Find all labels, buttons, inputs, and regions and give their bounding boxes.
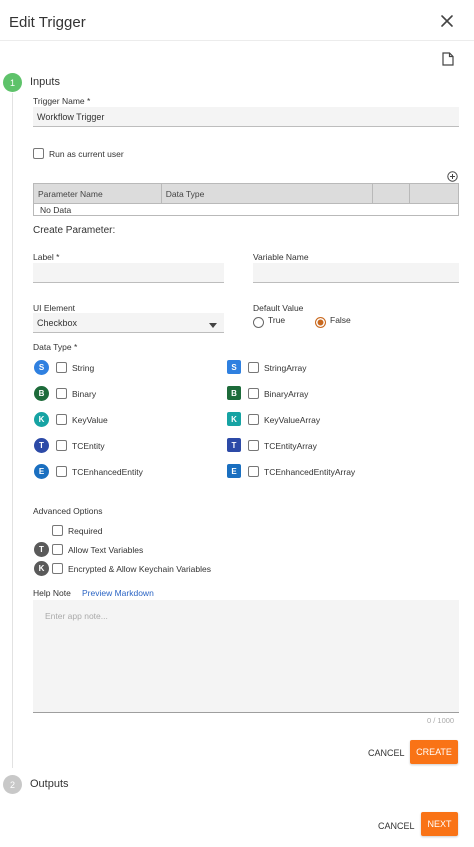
help-note-textarea[interactable]: Enter app note... [33,600,459,713]
label-input[interactable] [33,263,224,283]
required-checkbox[interactable] [52,525,63,536]
stringarray-label: StringArray [264,363,307,373]
no-data-cell: No Data [33,203,459,216]
tcentity-label: TCEntity [72,441,105,451]
column-header-parameter-name[interactable]: Parameter Name [33,183,162,204]
step-inputs-number[interactable]: 1 [3,73,22,92]
cancel-create-button[interactable]: CANCEL [368,748,405,758]
column-header-data-type[interactable]: Data Type [160,183,374,204]
help-note-placeholder: Enter app note... [45,611,108,621]
keyvalue-label: KeyValue [72,415,108,425]
tcentityarray-type-icon: T [227,438,241,452]
step-connector [12,93,13,768]
column-header-actions-1 [372,183,411,204]
keyvalue-type-icon: K [34,412,49,427]
ui-element-label: UI Element [33,303,76,313]
string-checkbox[interactable] [56,362,67,373]
add-circle-icon[interactable] [447,171,458,182]
text-variable-icon: T [34,542,49,557]
character-counter: 0 / 1000 [427,716,455,725]
ui-element-value: Checkbox [37,318,78,328]
close-icon[interactable] [439,13,455,29]
keyvaluearray-label: KeyValueArray [264,415,321,425]
tcentity-checkbox[interactable] [56,440,67,451]
preview-markdown-link[interactable]: Preview Markdown [82,588,154,598]
tcenhancedentityarray-type-icon: E [227,464,241,478]
help-note-label: Help Note [33,588,71,598]
default-true-radio[interactable] [253,317,264,328]
trigger-name-label: Trigger Name * [33,96,91,106]
required-label: Required [68,526,103,536]
create-button[interactable]: CREATE [410,740,458,764]
stringarray-type-icon: S [227,360,241,374]
binaryarray-label: BinaryArray [264,389,309,399]
tcenhancedentity-label: TCEnhancedEntity [72,467,143,477]
run-as-current-user-checkbox[interactable] [33,148,44,159]
label-field-label: Label * [33,252,60,262]
document-icon[interactable] [442,52,454,66]
string-label: String [72,363,95,373]
allow-text-variables-checkbox[interactable] [52,544,63,555]
binaryarray-checkbox[interactable] [248,388,259,399]
variable-name-label: Variable Name [253,252,309,262]
stringarray-checkbox[interactable] [248,362,259,373]
allow-text-variables-label: Allow Text Variables [68,545,144,555]
tcenhancedentityarray-checkbox[interactable] [248,466,259,477]
string-type-icon: S [34,360,49,375]
tcenhancedentityarray-label: TCEnhancedEntityArray [264,467,356,477]
tcentityarray-checkbox[interactable] [248,440,259,451]
keyvaluearray-type-icon: K [227,412,241,426]
binaryarray-type-icon: B [227,386,241,400]
default-false-radio[interactable] [315,317,326,328]
table-row: No Data [33,203,459,216]
table-header-row: Parameter Name Data Type [33,183,459,204]
trigger-name-input[interactable]: Workflow Trigger [33,107,459,127]
keychain-variable-icon: K [34,561,49,576]
create-parameter-title: Create Parameter: [33,225,116,236]
encrypted-keychain-checkbox[interactable] [52,563,63,574]
ui-element-select[interactable]: Checkbox [33,313,224,333]
default-false-label: False [330,315,351,325]
parameters-table: Parameter Name Data Type No Data [33,183,459,216]
keyvalue-checkbox[interactable] [56,414,67,425]
header-divider [0,40,474,41]
trigger-name-value: Workflow Trigger [37,112,105,122]
variable-name-input[interactable] [253,263,459,283]
step-outputs-number[interactable]: 2 [3,775,22,794]
column-header-actions-2 [409,183,459,204]
advanced-options-label: Advanced Options [33,506,103,516]
keyvaluearray-checkbox[interactable] [248,414,259,425]
binary-checkbox[interactable] [56,388,67,399]
default-true-label: True [268,315,286,325]
tcenhancedentity-checkbox[interactable] [56,466,67,477]
step-inputs-label[interactable]: Inputs [30,76,60,88]
encrypted-keychain-label: Encrypted & Allow Keychain Variables [68,564,212,574]
binary-type-icon: B [34,386,49,401]
tcenhancedentity-type-icon: E [34,464,49,479]
run-as-current-user-label: Run as current user [49,149,124,159]
next-button[interactable]: NEXT [421,812,458,836]
tcentity-type-icon: T [34,438,49,453]
binary-label: Binary [72,389,97,399]
cancel-button[interactable]: CANCEL [378,821,415,831]
dialog-title: Edit Trigger [9,14,86,31]
tcentityarray-label: TCEntityArray [264,441,317,451]
default-value-label: Default Value [253,303,304,313]
caret-down-icon [209,320,217,330]
data-type-label: Data Type * [33,342,78,352]
step-outputs-label[interactable]: Outputs [30,778,69,790]
